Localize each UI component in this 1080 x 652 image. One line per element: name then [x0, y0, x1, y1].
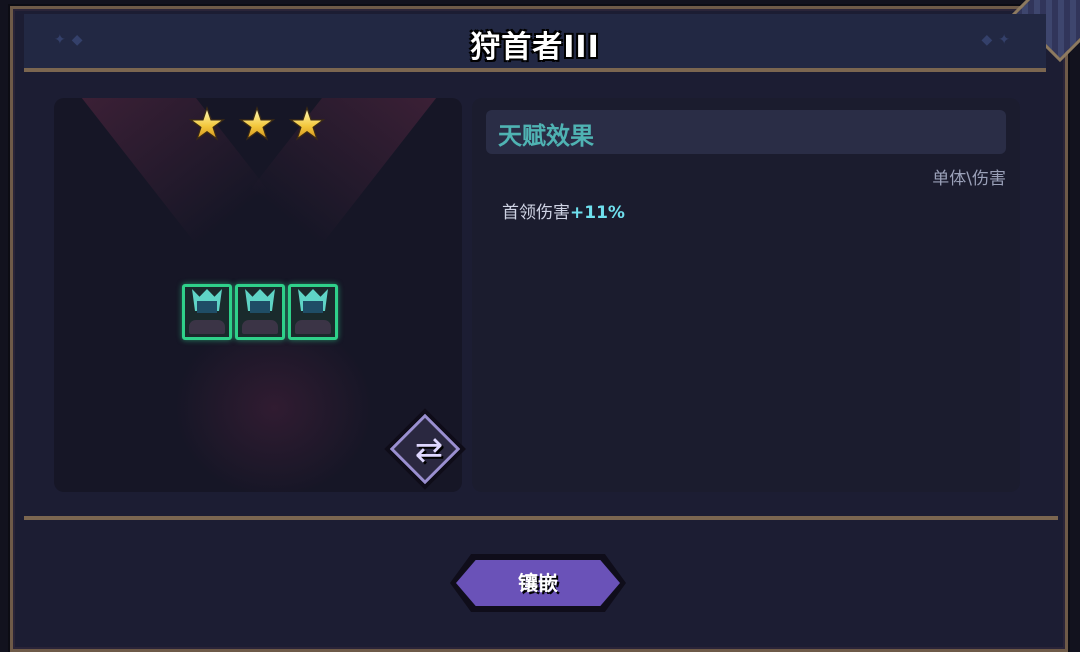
rune-unit-icon[interactable]: [235, 284, 285, 340]
effect-label: 首领伤害: [502, 203, 570, 223]
rune-unit-icon[interactable]: [288, 284, 338, 340]
star-icon: [188, 106, 226, 141]
talent-panel: 天赋效果 单体\伤害 首领伤害+11%: [472, 98, 1020, 492]
star-icon: [288, 106, 326, 141]
star-icon: [238, 106, 276, 141]
footer-divider: [24, 516, 1058, 530]
talent-type-label: 单体\伤害: [932, 169, 1006, 189]
star-rating: [184, 106, 334, 146]
spotlight-glow: [174, 318, 374, 492]
effect-value: +11%: [570, 203, 625, 223]
rune-unit-icon[interactable]: [182, 284, 232, 340]
talent-header: 天赋效果: [486, 110, 1006, 154]
embed-button-label[interactable]: 镶嵌: [456, 560, 620, 606]
talent-effect: 首领伤害+11%: [502, 198, 625, 223]
dialog-header: ✦◆ ◆✦ 狩首者III: [24, 14, 1046, 72]
swap-arrows-icon: ⇄: [414, 430, 444, 470]
dialog-title: 狩首者III: [470, 30, 600, 65]
talent-section-title: 天赋效果: [498, 122, 594, 150]
